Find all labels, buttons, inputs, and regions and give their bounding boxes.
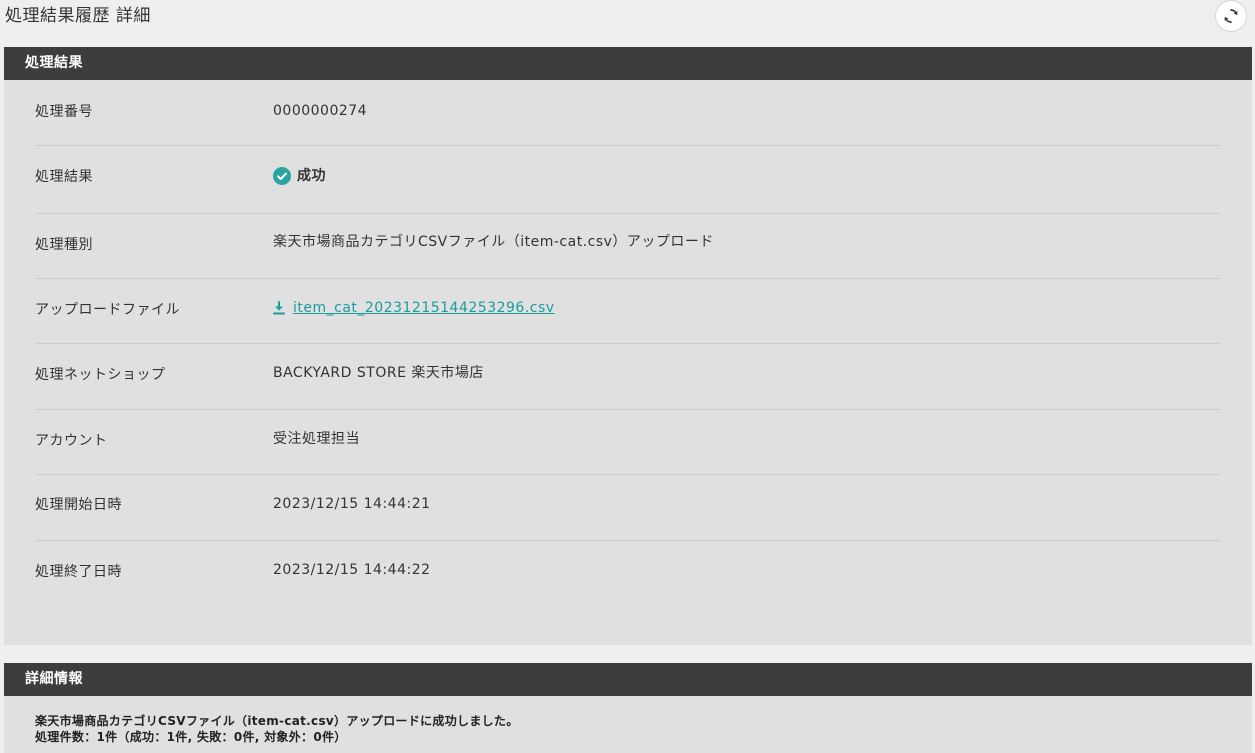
account-value: 受注処理担当 xyxy=(273,431,360,447)
row-label: 処理ネットショップ xyxy=(35,367,166,383)
row-label: 処理結果 xyxy=(35,169,93,185)
end-time-value: 2023/12/15 14:44:22 xyxy=(273,562,431,578)
download-icon xyxy=(273,301,285,315)
row-process-type: 処理種別 楽天市場商品カテゴリCSVファイル（item-cat.csv）アップロ… xyxy=(35,214,1221,279)
detail-section: 詳細情報 楽天市場商品カテゴリCSVファイル（item-cat.csv）アップロ… xyxy=(4,663,1252,753)
page-title: 処理結果履歴 詳細 xyxy=(5,6,151,26)
shop-value: BACKYARD STORE 楽天市場店 xyxy=(273,365,484,381)
row-upload-file: アップロードファイル item_cat_20231215144253296.cs… xyxy=(35,279,1221,344)
detail-line: 楽天市場商品カテゴリCSVファイル（item-cat.csv）アップロードに成功… xyxy=(35,714,519,728)
row-start-time: 処理開始日時 2023/12/15 14:44:21 xyxy=(35,475,1221,541)
detail-section-header: 詳細情報 xyxy=(4,663,1252,696)
row-process-result: 処理結果 成功 xyxy=(35,146,1221,214)
row-process-number: 処理番号 0000000274 xyxy=(35,80,1221,146)
check-circle-icon xyxy=(273,167,291,185)
process-number-value: 0000000274 xyxy=(273,103,368,119)
row-label: アカウント xyxy=(35,433,108,449)
row-account: アカウント 受注処理担当 xyxy=(35,410,1221,475)
row-label: 処理番号 xyxy=(35,104,93,120)
result-rows: 処理番号 0000000274 処理結果 成功 処理種別 楽天市場商品カテゴリC… xyxy=(35,80,1221,615)
result-section: 処理結果 処理番号 0000000274 処理結果 成功 処理種別 楽天市場商品… xyxy=(4,47,1252,645)
row-label: 処理終了日時 xyxy=(35,564,122,580)
refresh-icon xyxy=(1224,9,1238,23)
process-type-value: 楽天市場商品カテゴリCSVファイル（item-cat.csv）アップロード xyxy=(273,234,714,250)
refresh-button[interactable] xyxy=(1215,0,1247,32)
detail-line: 処理件数：1件（成功：1件, 失敗：0件, 対象外：0件） xyxy=(35,730,347,744)
result-section-header: 処理結果 xyxy=(4,47,1252,80)
upload-file-link[interactable]: item_cat_20231215144253296.csv xyxy=(273,298,555,318)
row-end-time: 処理終了日時 2023/12/15 14:44:22 xyxy=(35,541,1221,615)
status-badge: 成功 xyxy=(297,168,326,184)
row-label: 処理開始日時 xyxy=(35,497,122,513)
page-header: 処理結果履歴 詳細 xyxy=(0,0,1255,40)
row-shop: 処理ネットショップ BACKYARD STORE 楽天市場店 xyxy=(35,344,1221,410)
upload-file-name[interactable]: item_cat_20231215144253296.csv xyxy=(293,298,555,318)
process-result-value: 成功 xyxy=(273,166,326,186)
start-time-value: 2023/12/15 14:44:21 xyxy=(273,496,431,512)
row-label: アップロードファイル xyxy=(35,302,180,318)
row-label: 処理種別 xyxy=(35,237,93,253)
detail-message: 楽天市場商品カテゴリCSVファイル（item-cat.csv）アップロードに成功… xyxy=(35,713,519,745)
